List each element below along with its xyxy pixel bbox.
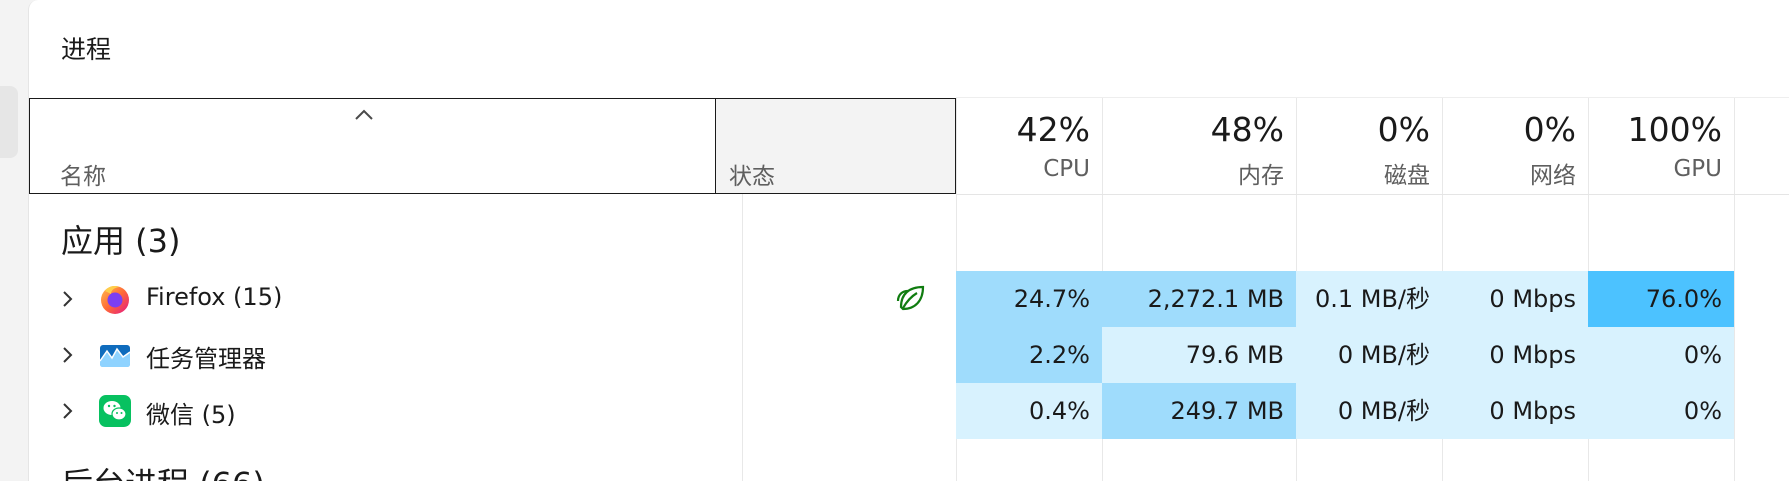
rail-selected-indicator[interactable] [0,86,18,158]
column-header-name-label: 名称 [60,164,106,190]
column-header-status[interactable]: 状态 [716,98,956,194]
column-header-name[interactable]: 名称 [29,98,716,194]
chevron-right-icon[interactable] [61,287,75,311]
firefox-gpu-cell: 76.0% [1588,271,1734,327]
wechat-icon [99,395,131,427]
wechat-memory-cell: 249.7 MB [1102,383,1296,439]
processes-panel: 进程 名称 状态 42% CPU 48% 内存 0% 磁盘 0% 网络 100%… [28,0,1789,481]
process-row-wechat[interactable]: 微信 (5) 0.4% 249.7 MB 0 MB/秒 0 Mbps 0% [29,383,1789,439]
memory-total-percent: 48% [1210,110,1284,149]
gpu-column-label: GPU [1673,156,1722,182]
efficiency-mode-leaf-icon [896,285,925,311]
gpu-total-percent: 100% [1627,110,1722,149]
firefox-icon [101,286,129,314]
page-title: 进程 [61,35,112,64]
firefox-cpu-cell: 24.7% [956,271,1102,327]
column-header-status-label: 状态 [729,164,775,190]
process-name-task-manager: 任务管理器 [146,345,266,373]
column-header-gpu[interactable]: 100% GPU [1588,98,1734,194]
network-total-percent: 0% [1523,110,1576,149]
sort-ascending-icon [355,109,373,120]
memory-column-label: 内存 [1238,163,1284,189]
disk-column-label: 磁盘 [1384,163,1430,189]
task-manager-memory-cell: 79.6 MB [1102,327,1296,383]
wechat-cpu-cell: 0.4% [956,383,1102,439]
wechat-disk-cell: 0 MB/秒 [1296,383,1442,439]
process-row-firefox[interactable]: Firefox (15) 24.7% 2,272.1 MB 0.1 MB/秒 0… [29,271,1789,327]
chevron-right-icon[interactable] [61,399,75,423]
firefox-disk-cell: 0.1 MB/秒 [1296,271,1442,327]
task-manager-network-cell: 0 Mbps [1442,327,1588,383]
task-manager-disk-cell: 0 MB/秒 [1296,327,1442,383]
firefox-memory-cell: 2,272.1 MB [1102,271,1296,327]
column-header-cpu[interactable]: 42% CPU [956,98,1102,194]
process-row-task-manager[interactable]: 任务管理器 2.2% 79.6 MB 0 MB/秒 0 Mbps 0% [29,327,1789,383]
group-title-background-processes: 后台进程 (66) [61,459,265,481]
process-name-firefox: Firefox (15) [146,283,283,311]
left-navigation-rail [0,0,28,481]
process-name-wechat: 微信 (5) [146,401,236,429]
firefox-network-cell: 0 Mbps [1442,271,1588,327]
group-title-apps: 应用 (3) [61,222,181,260]
task-manager-gpu-cell: 0% [1588,327,1734,383]
wechat-network-cell: 0 Mbps [1442,383,1588,439]
network-column-label: 网络 [1530,163,1576,189]
column-header-memory[interactable]: 48% 内存 [1102,98,1296,194]
task-manager-cpu-cell: 2.2% [956,327,1102,383]
column-header-network[interactable]: 0% 网络 [1442,98,1588,194]
cpu-total-percent: 42% [1016,110,1090,149]
task-manager-icon [99,345,131,367]
cpu-column-label: CPU [1043,156,1090,182]
header-bottom-divider [956,194,1789,195]
column-header-disk[interactable]: 0% 磁盘 [1296,98,1442,194]
disk-total-percent: 0% [1377,110,1430,149]
wechat-gpu-cell: 0% [1588,383,1734,439]
chevron-right-icon[interactable] [61,343,75,367]
